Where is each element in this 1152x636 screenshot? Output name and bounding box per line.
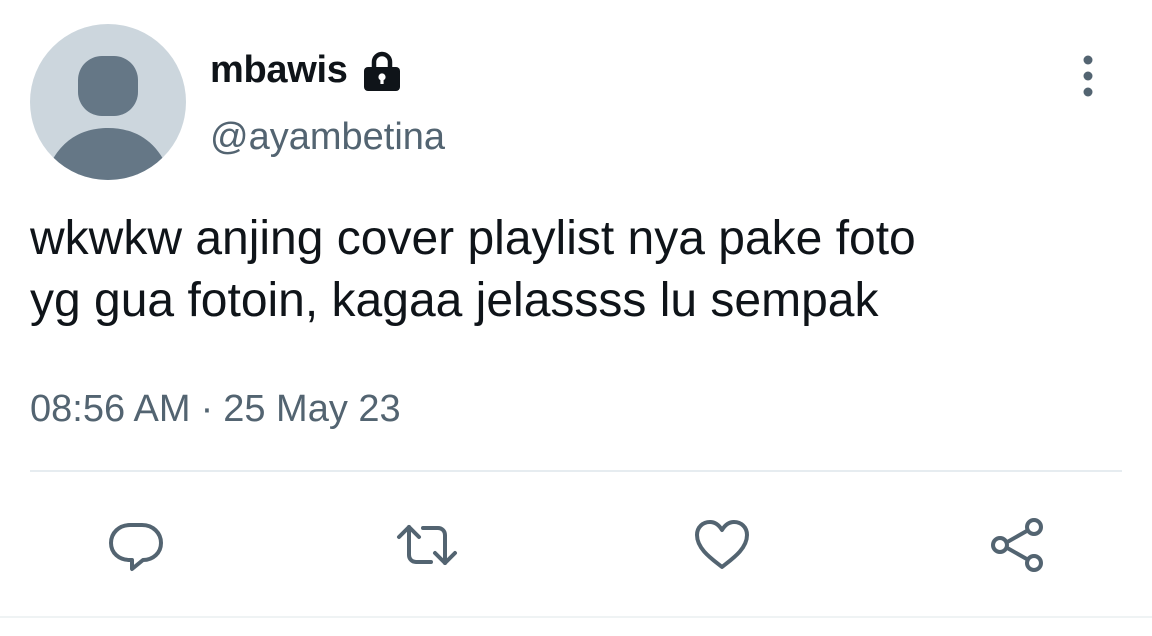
reply-icon bbox=[109, 523, 163, 571]
retweet-icon bbox=[397, 525, 457, 565]
display-name[interactable]: mbawis bbox=[210, 49, 348, 92]
retweet-button[interactable] bbox=[392, 510, 462, 580]
bottom-divider bbox=[0, 616, 1152, 618]
tweet-timestamp[interactable]: 08:56 AM · 25 May 23 bbox=[30, 388, 401, 431]
more-options-button[interactable] bbox=[1064, 44, 1112, 108]
reply-button[interactable] bbox=[101, 510, 171, 580]
avatar[interactable] bbox=[30, 24, 186, 180]
tweet-time: 08:56 AM bbox=[30, 388, 191, 430]
lock-icon bbox=[363, 51, 400, 91]
author-name-row[interactable]: mbawis bbox=[210, 46, 404, 94]
tweet-text: wkwkw anjing cover playlist nya pake fot… bbox=[30, 212, 916, 327]
divider bbox=[30, 470, 1122, 472]
share-icon bbox=[991, 518, 1043, 572]
like-button[interactable] bbox=[687, 510, 757, 580]
default-avatar-icon bbox=[44, 56, 172, 180]
tweet-actions-bar bbox=[0, 510, 1152, 580]
user-handle[interactable]: @ayambetina bbox=[210, 116, 445, 159]
timestamp-separator: · bbox=[200, 388, 214, 430]
heart-icon bbox=[695, 520, 749, 569]
share-button[interactable] bbox=[983, 510, 1053, 580]
tweet-date: 25 May 23 bbox=[223, 388, 401, 430]
more-vertical-icon bbox=[1083, 55, 1093, 97]
